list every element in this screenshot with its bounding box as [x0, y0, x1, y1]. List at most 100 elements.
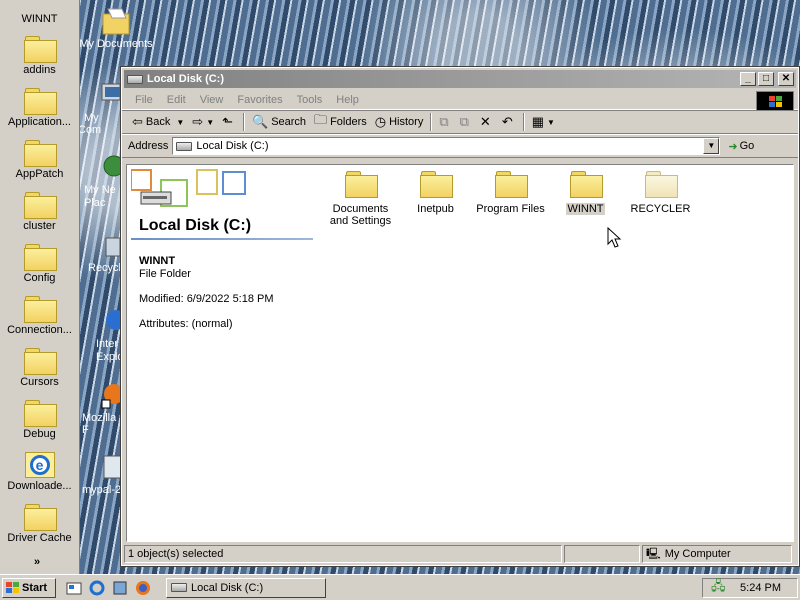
- address-dropdown-button[interactable]: ▼: [703, 138, 720, 154]
- my-computer-icon: 🖳: [646, 547, 661, 560]
- show-desktop-icon[interactable]: [66, 580, 82, 596]
- windows-logo-icon: [756, 91, 794, 111]
- go-button[interactable]: ➜ Go: [728, 140, 754, 153]
- menu-edit[interactable]: Edit: [160, 94, 193, 106]
- history-icon: ◷: [374, 114, 387, 129]
- folder-bar-item[interactable]: Config: [0, 244, 79, 296]
- menu-view[interactable]: View: [193, 94, 231, 106]
- info-pane-divider: [131, 238, 313, 240]
- copy-to-button[interactable]: ⧉: [456, 112, 476, 132]
- search-button[interactable]: 🔍 Search: [248, 112, 310, 132]
- recycle-bin-icon: [102, 230, 122, 260]
- folder-icon: [644, 171, 678, 198]
- up-folder-icon: ⬑: [222, 114, 233, 129]
- forward-button[interactable]: ⇨ ▼: [188, 112, 218, 132]
- menu-help[interactable]: Help: [329, 94, 366, 106]
- folder-bar-item[interactable]: AppPatch: [0, 140, 79, 192]
- folder-icon: [23, 348, 57, 375]
- delete-icon: ✕: [479, 114, 491, 129]
- folder-item-inetpub[interactable]: Inetpub: [398, 171, 473, 227]
- menu-favorites[interactable]: Favorites: [230, 94, 289, 106]
- windows-logo-icon: [6, 582, 19, 593]
- selected-item-name: WINNT: [139, 255, 176, 267]
- history-button[interactable]: ◷ History: [371, 112, 428, 132]
- folder-item-program-files[interactable]: Program Files: [473, 171, 548, 227]
- delete-button[interactable]: ✕: [476, 112, 498, 132]
- desktop-icon-recycle-bin[interactable]: Recycl: [88, 230, 122, 274]
- desktop-icon-internet-explorer[interactable]: Inter Explo: [96, 306, 126, 364]
- folder-bar-item[interactable]: e Downloade...: [0, 452, 79, 504]
- internet-explorer-icon[interactable]: [89, 580, 105, 596]
- folder-bar-title: WINNT: [21, 13, 58, 25]
- desktop-icon-my-computer[interactable]: My Com: [78, 80, 122, 136]
- folder-bar-item[interactable]: Driver Cache: [0, 504, 79, 556]
- folder-item-recycler[interactable]: RECYCLER: [623, 171, 698, 227]
- folder-icon: [23, 192, 57, 219]
- up-folder-button[interactable]: ⬑: [218, 112, 240, 132]
- address-field[interactable]: Local Disk (C:) ▼: [172, 137, 721, 155]
- folder-bar-item[interactable]: cluster: [0, 192, 79, 244]
- drive-icon: [176, 141, 193, 151]
- folder-icon: [23, 88, 57, 115]
- folder-item-documents-and-settings[interactable]: Documents and Settings: [323, 171, 398, 227]
- status-selection-text: 1 object(s) selected: [124, 545, 562, 563]
- start-button[interactable]: Start: [2, 577, 56, 598]
- folder-icon: [23, 244, 57, 271]
- back-dropdown-icon[interactable]: ▼: [176, 118, 184, 127]
- folder-icon: [23, 400, 57, 427]
- folder-content-area[interactable]: Local Disk (C:) WINNT File Folder Modifi…: [126, 164, 794, 542]
- network-places-icon: [100, 152, 125, 182]
- folder-icon: [23, 140, 57, 167]
- undo-button[interactable]: ↶: [498, 112, 520, 132]
- move-to-button[interactable]: ⧉: [435, 112, 455, 132]
- folders-button[interactable]: 🗀 Folders: [310, 112, 371, 132]
- status-empty-cell: [564, 545, 640, 563]
- mypal-icon: [100, 452, 123, 482]
- drive-icon: [171, 583, 187, 592]
- copy-to-icon: ⧉: [459, 114, 469, 129]
- address-bar: Address Local Disk (C:) ▼ ➜ Go: [122, 134, 798, 158]
- folders-icon: 🗀: [314, 112, 328, 127]
- go-arrow-icon: ➜: [728, 140, 738, 153]
- drive-banner-graphic: [130, 168, 247, 210]
- clock[interactable]: 5:24 PM: [740, 582, 781, 594]
- firefox-icon[interactable]: [135, 580, 151, 596]
- folder-icon: [344, 171, 378, 198]
- desktop-icon-mozilla-firefox[interactable]: Mozilla F: [82, 380, 124, 436]
- close-button[interactable]: ✕: [778, 72, 794, 86]
- tray-network-icon[interactable]: 🖧: [711, 577, 726, 599]
- folder-item-winnt[interactable]: WINNT: [548, 171, 623, 227]
- desktop-icon-network-places[interactable]: My Ne Plac: [84, 152, 125, 210]
- folder-bar-item[interactable]: Debug: [0, 400, 79, 452]
- back-button[interactable]: ⇦ Back ▼: [128, 112, 188, 132]
- forward-dropdown-icon[interactable]: ▼: [206, 118, 214, 127]
- mouse-cursor-icon: [607, 227, 622, 248]
- folder-bar-item[interactable]: addins: [0, 36, 79, 88]
- window-title: Local Disk (C:): [147, 73, 225, 85]
- taskbar-button-local-disk[interactable]: Local Disk (C:): [166, 577, 326, 598]
- folder-icon: [23, 36, 57, 63]
- desktop-icon-mypal[interactable]: mypal-2: [82, 452, 123, 496]
- network-icon[interactable]: [112, 580, 128, 596]
- menu-file[interactable]: File: [128, 94, 160, 106]
- folder-bar-item[interactable]: Application...: [0, 88, 79, 140]
- address-label: Address: [128, 140, 169, 152]
- folder-icon: [419, 171, 453, 198]
- desktop-icon-my-documents[interactable]: My Documents: [76, 6, 156, 50]
- menu-bar: File Edit View Favorites Tools Help: [122, 90, 798, 111]
- folder-icon: [23, 504, 57, 531]
- menu-tools[interactable]: Tools: [290, 94, 330, 106]
- minimize-button[interactable]: _: [740, 72, 756, 86]
- back-arrow-icon: ⇦: [132, 114, 143, 129]
- status-zone: 🖳 My Computer: [642, 545, 792, 563]
- window-titlebar[interactable]: Local Disk (C:) _ □ ✕: [124, 70, 796, 88]
- folder-bar-item[interactable]: Connection...: [0, 296, 79, 348]
- file-list: Documents and Settings Inetpub Program F…: [323, 171, 698, 227]
- firefox-icon: [100, 380, 124, 410]
- views-button[interactable]: ▦ ▼: [528, 112, 559, 132]
- folder-icon: [494, 171, 528, 198]
- folder-bar-item[interactable]: Cursors: [0, 348, 79, 400]
- folder-bar-more-chevron[interactable]: »: [34, 556, 40, 568]
- maximize-button[interactable]: □: [758, 72, 774, 86]
- ie-folder-icon: e: [24, 452, 55, 478]
